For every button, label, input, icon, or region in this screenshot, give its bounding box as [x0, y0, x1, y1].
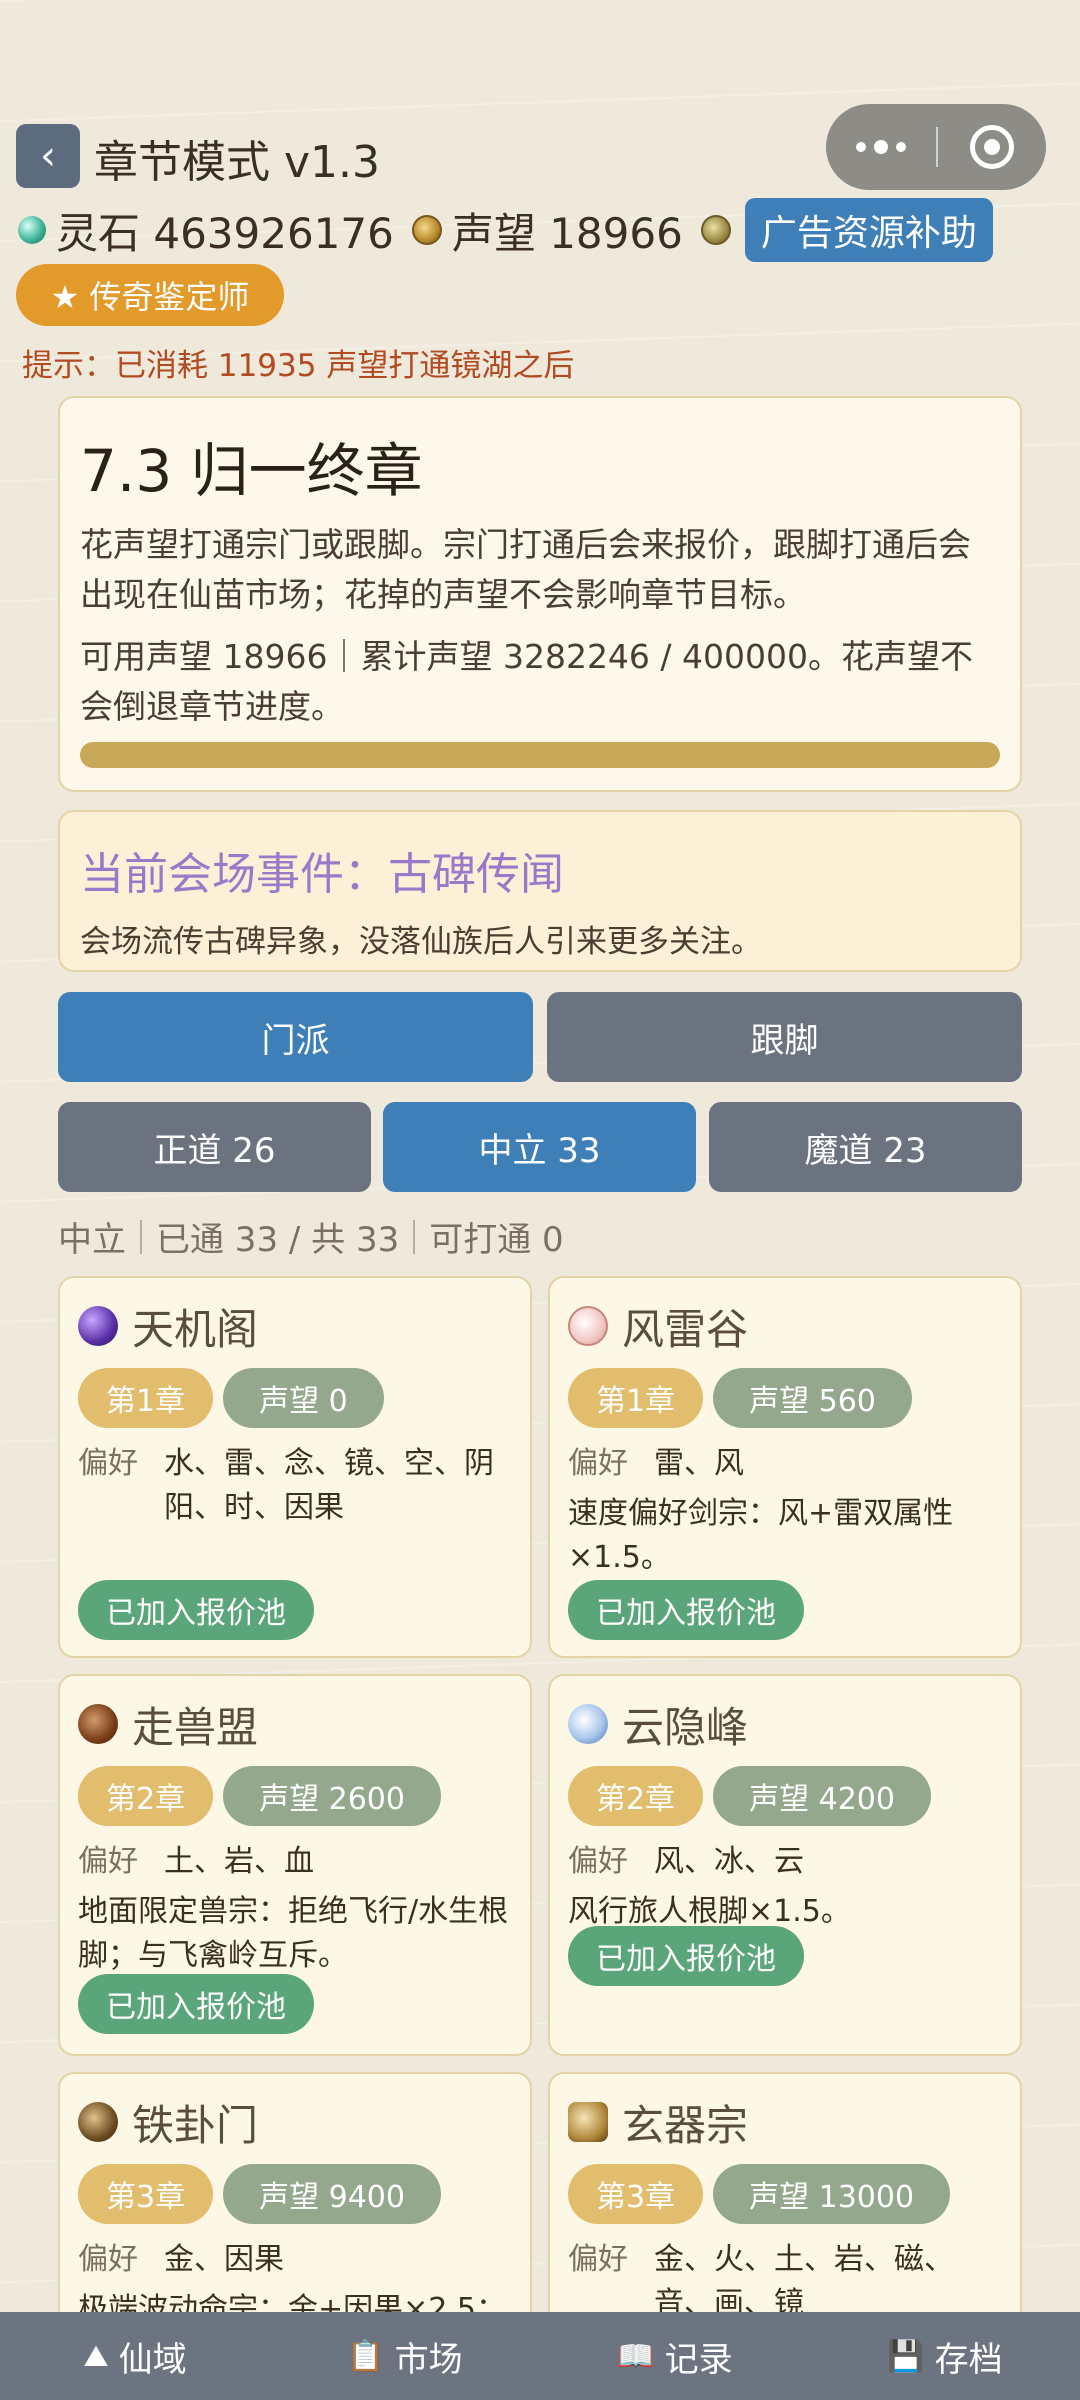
reputation-icon	[411, 215, 442, 245]
preference-label: 偏好	[78, 1844, 138, 1879]
list-summary: 中立 已通 33 / 共 33 可打通 0	[58, 1212, 564, 1261]
floppy-disk-icon: 💾	[887, 2338, 925, 2374]
sect-name: 天机阁	[132, 1304, 259, 1354]
book-icon: 📖	[617, 2338, 655, 2374]
nav-label: 仙域	[118, 2339, 187, 2380]
title-badge[interactable]: ★ 传奇鉴定师	[16, 264, 284, 326]
quote-pool-button[interactable]: 已加入报价池	[78, 1580, 314, 1640]
chapter-progress-fill	[80, 742, 1000, 768]
sect-emblem-icon	[568, 1306, 608, 1346]
mountain-icon: ⛰	[83, 2338, 109, 2374]
reputation-count: 声望 18966	[451, 208, 683, 258]
chapter-panel: 7.3 归一终章 花声望打通宗门或跟脚。宗门打通后会来报价，跟脚打通后会出现在仙…	[58, 396, 1022, 792]
chapter-title: 7.3 归一终章	[80, 437, 423, 505]
more-menu-icon[interactable]	[826, 104, 936, 190]
nav-item-save[interactable]: 💾 存档	[810, 2312, 1080, 2400]
summary-divider	[140, 1219, 142, 1254]
chapter-pill: 第1章	[78, 1368, 214, 1428]
sect-name: 云隐峰	[622, 1702, 749, 1752]
reputation-pill: 声望 13000	[713, 2164, 951, 2224]
preference-value: 土、岩、血	[164, 1844, 314, 1879]
bottom-nav: ⛰ 仙域 📋 市场 📖 记录 💾 存档	[0, 2312, 1080, 2400]
preference-label: 偏好	[568, 1446, 628, 1481]
preference-value: 水、雷、念、镜、空、阴阳、时、因果	[164, 1446, 494, 1525]
sect-emblem-icon	[78, 1306, 118, 1346]
spirit-stone-count: 灵石 463926176	[56, 208, 394, 258]
reputation-pill: 声望 2600	[223, 1766, 441, 1826]
summary-category: 中立	[58, 1220, 126, 1260]
tab-sects[interactable]: 门派	[58, 992, 533, 1082]
page-title: 章节模式 v1.3	[94, 137, 380, 188]
tab-demonic[interactable]: 魔道 23	[709, 1102, 1022, 1192]
nav-item-records[interactable]: 📖 记录	[540, 2312, 810, 2400]
sect-emblem-icon	[568, 2102, 608, 2142]
sect-name: 铁卦门	[132, 2100, 259, 2150]
resource-bar: 灵石 463926176 声望 18966 广告资源补助	[18, 198, 993, 262]
nav-item-realm[interactable]: ⛰ 仙域	[0, 2312, 270, 2400]
chapter-pill: 第1章	[568, 1368, 704, 1428]
hint-text: 提示：已消耗 11935 声望打通镜湖之后	[22, 348, 575, 384]
chapter-pill: 第2章	[78, 1766, 214, 1826]
reputation-pill: 声望 560	[713, 1368, 912, 1428]
summary-available: 可打通 0	[429, 1220, 564, 1260]
close-miniprogram-icon[interactable]	[938, 104, 1046, 190]
sect-card[interactable]: 风雷谷 第1章 声望 560 偏好 雷、风 速度偏好剑宗：风+雷双属性×1.5。 已…	[548, 1276, 1022, 1658]
event-title: 当前会场事件：古碑传闻	[80, 849, 564, 900]
summary-divider	[413, 1219, 416, 1254]
chapter-description: 花声望打通宗门或跟脚。宗门打通后会来报价，跟脚打通后会出现在仙苗市场；花掉的声望…	[80, 525, 971, 614]
sect-emblem-icon	[568, 1704, 608, 1744]
summary-cleared: 已通 33 / 共 33	[156, 1220, 400, 1260]
quote-pool-button[interactable]: 已加入报价池	[568, 1580, 804, 1640]
chapter-stats: 可用声望 18966｜累计声望 3282246 / 400000。花声望不会倒退…	[80, 637, 973, 726]
sect-card[interactable]: 云隐峰 第2章 声望 4200 偏好 风、冰、云 风行旅人根脚×1.5。 已加入报价…	[548, 1674, 1022, 2056]
quote-pool-button[interactable]: 已加入报价池	[78, 1974, 314, 2034]
quote-pool-button[interactable]: 已加入报价池	[568, 1926, 804, 1986]
ad-resource-button[interactable]: 广告资源补助	[744, 198, 993, 262]
event-description: 会场流传古碑异象，没落仙族后人引来更多关注。	[80, 924, 762, 960]
preference-value: 金、因果	[164, 2242, 284, 2277]
reputation-pill: 声望 9400	[223, 2164, 441, 2224]
sect-note: 地面限定兽宗：拒绝飞行/水生根脚；与飞禽岭互斥。	[78, 1894, 509, 1973]
preference-label: 偏好	[568, 1844, 628, 1879]
chapter-pill: 第3章	[78, 2164, 214, 2224]
sect-note: 速度偏好剑宗：风+雷双属性×1.5。	[568, 1496, 954, 1575]
back-button[interactable]: ‹	[16, 124, 80, 188]
preference-value: 雷、风	[654, 1446, 744, 1481]
tab-neutral[interactable]: 中立 33	[383, 1102, 696, 1192]
preference-label: 偏好	[78, 1446, 138, 1481]
event-panel: 当前会场事件：古碑传闻 会场流传古碑异象，没落仙族后人引来更多关注。	[58, 810, 1022, 972]
nav-label: 记录	[664, 2339, 733, 2380]
sect-emblem-icon	[78, 2102, 118, 2142]
tab-righteous[interactable]: 正道 26	[58, 1102, 371, 1192]
spirit-stone-icon	[18, 216, 46, 244]
chapter-pill: 第2章	[568, 1766, 704, 1826]
sect-name: 走兽盟	[132, 1702, 259, 1752]
preference-label: 偏好	[78, 2242, 138, 2277]
tab-roots[interactable]: 跟脚	[547, 992, 1022, 1082]
chapter-pill: 第3章	[568, 2164, 704, 2224]
reputation-pill: 声望 4200	[713, 1766, 931, 1826]
miniprogram-capsule	[826, 104, 1046, 190]
sect-card[interactable]: 天机阁 第1章 声望 0 偏好 水、雷、念、镜、空、阴阳、时、因果 已加入报价池	[58, 1276, 532, 1658]
sect-name: 玄器宗	[622, 2100, 749, 2150]
nav-label: 市场	[394, 2339, 463, 2380]
nav-label: 存档	[934, 2339, 1003, 2380]
nav-item-market[interactable]: 📋 市场	[270, 2312, 540, 2400]
preference-value: 风、冰、云	[654, 1844, 804, 1879]
chapter-progress-bar	[80, 742, 1000, 768]
medal-icon	[700, 215, 731, 245]
clipboard-icon: 📋	[347, 2338, 385, 2374]
sect-name: 风雷谷	[622, 1304, 749, 1354]
sect-card[interactable]: 走兽盟 第2章 声望 2600 偏好 土、岩、血 地面限定兽宗：拒绝飞行/水生根脚；…	[58, 1674, 532, 2056]
sect-emblem-icon	[78, 1704, 118, 1744]
reputation-pill: 声望 0	[223, 1368, 384, 1428]
